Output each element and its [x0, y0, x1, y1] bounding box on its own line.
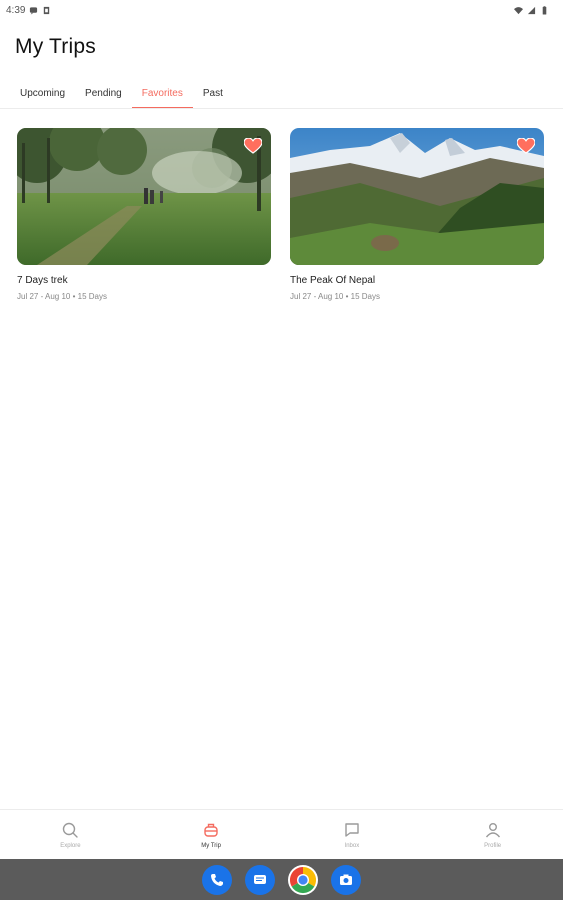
bottom-navigation: Explore My Trip Inbox Profile	[0, 809, 563, 859]
trip-card[interactable]: The Peak Of Nepal Jul 27 - Aug 10 • 15 D…	[290, 128, 544, 301]
forest-trail-photo[interactable]	[17, 128, 271, 265]
nav-profile[interactable]: Profile	[443, 821, 543, 849]
nav-my-trip[interactable]: My Trip	[161, 821, 261, 849]
messages-icon[interactable]	[245, 864, 275, 895]
luggage-icon	[204, 823, 218, 837]
nav-label: My Trip	[201, 842, 221, 849]
tab-favorites[interactable]: Favorites	[131, 78, 193, 109]
nav-explore[interactable]: Explore	[20, 821, 120, 849]
tab-upcoming[interactable]: Upcoming	[10, 78, 75, 108]
android-dock	[0, 859, 563, 900]
snowy-mountain-photo[interactable]	[290, 128, 544, 265]
nav-label: Explore	[60, 842, 81, 849]
camera-icon[interactable]	[331, 864, 361, 895]
trip-tabs: Upcoming Pending Favorites Past	[10, 78, 233, 109]
signal-icon	[527, 6, 536, 14]
trip-title: 7 Days trek	[17, 275, 68, 286]
tab-past[interactable]: Past	[193, 78, 233, 108]
wifi-icon	[514, 6, 523, 14]
trip-title: The Peak Of Nepal	[290, 275, 376, 286]
nav-inbox[interactable]: Inbox	[302, 821, 402, 849]
status-bar: 4:39	[0, 0, 563, 20]
chat-icon	[345, 822, 359, 837]
clipboard-icon	[44, 6, 50, 14]
search-icon	[63, 822, 79, 838]
chrome-icon[interactable]	[288, 864, 318, 895]
phone-icon[interactable]	[202, 864, 232, 895]
nav-label: Profile	[484, 842, 502, 849]
message-icon	[30, 6, 38, 15]
status-time: 4:39	[6, 4, 26, 16]
trip-dates: Jul 27 - Aug 10 • 15 Days	[290, 292, 380, 301]
trip-dates: Jul 27 - Aug 10 • 15 Days	[17, 292, 107, 301]
person-icon	[485, 822, 500, 837]
battery-icon	[542, 5, 547, 15]
favorite-heart-icon[interactable]	[244, 138, 262, 154]
tabs-divider	[0, 108, 563, 109]
trip-card[interactable]: 7 Days trek Jul 27 - Aug 10 • 15 Days	[17, 128, 271, 301]
page-title: My Trips	[15, 35, 96, 58]
favorite-heart-icon[interactable]	[517, 138, 535, 154]
tab-pending[interactable]: Pending	[75, 78, 132, 108]
nav-label: Inbox	[344, 842, 360, 849]
